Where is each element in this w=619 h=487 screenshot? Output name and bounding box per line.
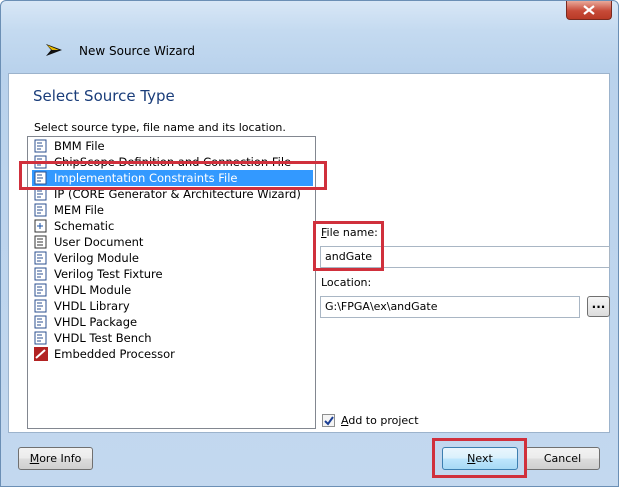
location-input[interactable]: G:\FPGA\ex\andGate — [320, 296, 580, 318]
bmm-file-icon — [34, 139, 48, 153]
verilog-test-icon — [34, 267, 48, 281]
list-item-label: BMM File — [54, 139, 105, 153]
list-item-label: Schematic — [54, 219, 115, 233]
list-item-label: User Document — [54, 235, 144, 249]
close-window-button[interactable] — [566, 1, 612, 20]
embedded-processor-icon — [34, 347, 48, 361]
verilog-module-icon — [34, 251, 48, 265]
location-label: Location: — [321, 276, 372, 289]
list-item[interactable]: BMM File — [32, 138, 313, 154]
file-name-highlight-box — [313, 221, 384, 271]
list-item-label: VHDL Package — [54, 315, 138, 329]
next-highlight-box — [432, 438, 527, 478]
vhdl-library-icon — [34, 299, 48, 313]
list-item-label: Verilog Module — [54, 251, 139, 265]
cancel-button[interactable]: Cancel — [525, 447, 600, 470]
list-item[interactable]: Embedded Processor — [32, 346, 313, 362]
xilinx-logo-icon — [46, 44, 62, 56]
list-item[interactable]: Verilog Module — [32, 250, 313, 266]
vhdl-package-icon — [34, 315, 48, 329]
vhdl-testbench-icon — [34, 331, 48, 345]
close-icon — [583, 5, 595, 15]
list-item-label: Verilog Test Fixture — [54, 267, 163, 281]
list-item[interactable]: MEM File — [32, 202, 313, 218]
more-info-button[interactable]: More Info — [18, 447, 93, 470]
list-item[interactable]: User Document — [32, 234, 313, 250]
selection-highlight-box — [19, 161, 327, 190]
page-heading: Select Source Type — [33, 87, 175, 105]
add-to-project-label: Add to project — [341, 414, 419, 427]
vhdl-module-icon — [34, 283, 48, 297]
list-item[interactable]: VHDL Library — [32, 298, 313, 314]
list-item-label: VHDL Test Bench — [54, 331, 152, 345]
list-item[interactable]: VHDL Test Bench — [32, 330, 313, 346]
instruction-text: Select source type, file name and its lo… — [34, 121, 286, 134]
add-to-project-checkbox[interactable] — [322, 414, 335, 427]
checkmark-icon — [324, 416, 334, 426]
list-item[interactable]: Schematic — [32, 218, 313, 234]
list-item-label: VHDL Library — [54, 299, 130, 313]
list-item[interactable]: VHDL Module — [32, 282, 313, 298]
list-item-label: MEM File — [54, 203, 105, 217]
list-item[interactable]: Verilog Test Fixture — [32, 266, 313, 282]
schematic-icon — [34, 219, 48, 233]
list-item-label: Embedded Processor — [54, 347, 175, 361]
document-icon — [34, 235, 48, 249]
window-title: New Source Wizard — [79, 44, 195, 58]
list-item[interactable]: VHDL Package — [32, 314, 313, 330]
mem-file-icon — [34, 203, 48, 217]
list-item-label: VHDL Module — [54, 283, 132, 297]
browse-button[interactable]: ... — [587, 296, 610, 317]
